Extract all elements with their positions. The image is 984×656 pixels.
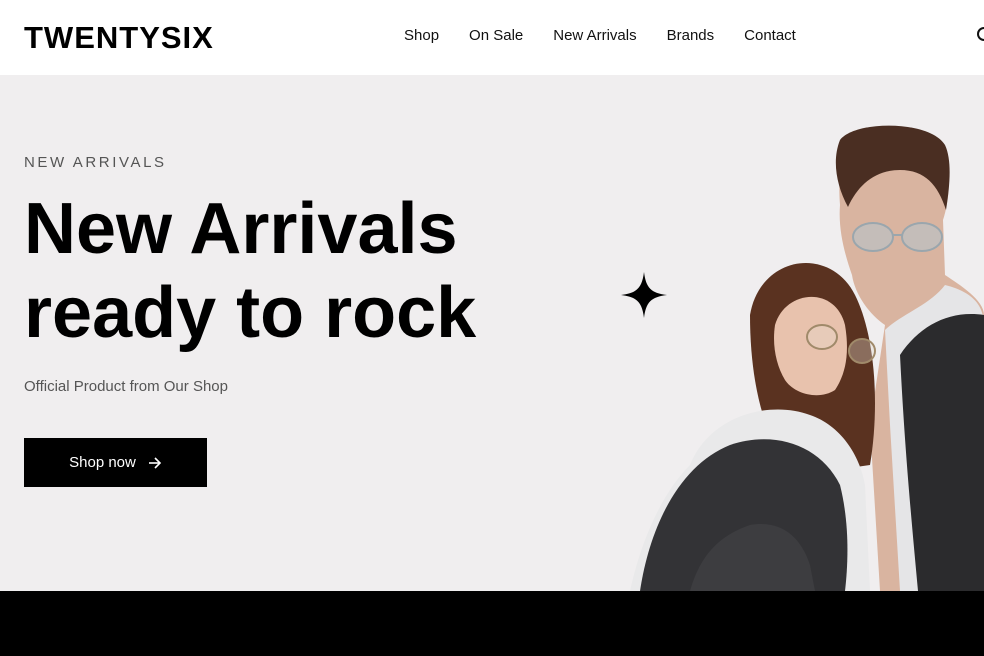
nav-item-brands[interactable]: Brands (667, 26, 715, 46)
arrow-right-icon (148, 456, 161, 469)
shop-now-label: Shop now (69, 454, 136, 471)
hero-headline-line-2: ready to rock (24, 273, 477, 353)
hero-eyebrow: NEW ARRIVALS (24, 154, 167, 171)
hero-headline: New Arrivals ready to rock (24, 187, 476, 355)
nav-item-on-sale[interactable]: On Sale (469, 26, 523, 46)
nav-item-shop[interactable]: Shop (404, 26, 439, 46)
dark-footer-band (0, 591, 984, 656)
hero-subtitle: Official Product from Our Shop (24, 378, 228, 395)
search-icon[interactable] (976, 26, 984, 46)
site-header: TWENTYSIX Shop On Sale New Arrivals Bran… (0, 0, 984, 75)
nav-item-new-arrivals[interactable]: New Arrivals (553, 26, 636, 46)
hero-headline-line-1: New Arrivals (24, 189, 458, 269)
main-nav: Shop On Sale New Arrivals Brands Contact (404, 26, 826, 46)
hero-banner: NEW ARRIVALS New Arrivals ready to rock … (0, 75, 984, 591)
shop-now-button[interactable]: Shop now (24, 438, 207, 487)
nav-item-contact[interactable]: Contact (744, 26, 796, 46)
hero-models-image (630, 125, 984, 591)
site-logo[interactable]: TWENTYSIX (24, 19, 214, 57)
